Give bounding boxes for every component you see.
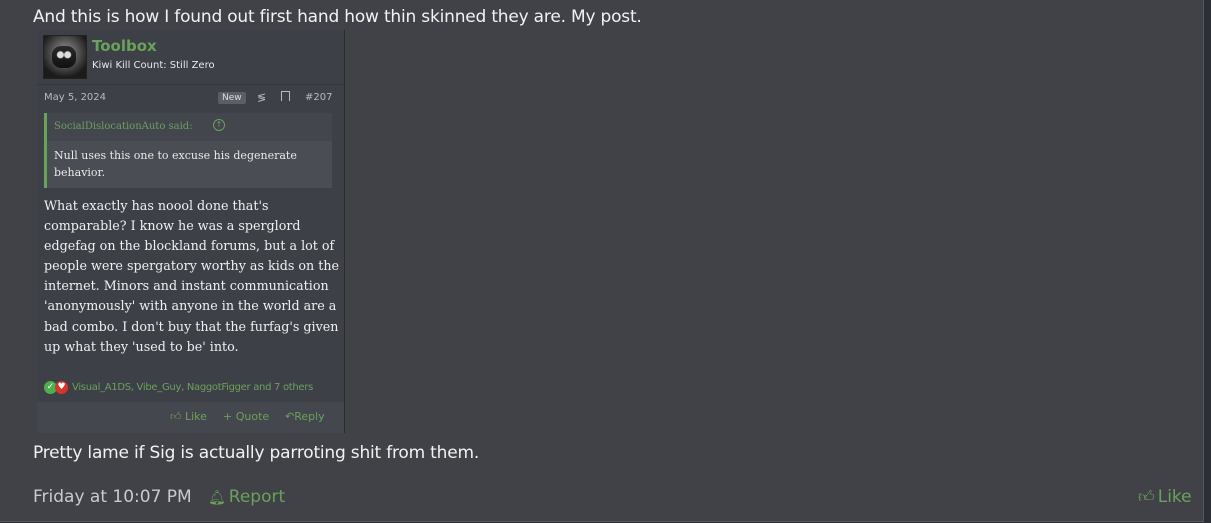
quote-author: SocialDislocationAuto said: <box>54 121 193 132</box>
share-icon: ≶ <box>257 91 267 104</box>
avatar <box>43 35 87 79</box>
forum-post: And this is how I found out first hand h… <box>0 0 1204 522</box>
thumb-up-icon: 👍︎ <box>170 410 182 423</box>
heart-reaction-icon: ♥ <box>55 381 68 394</box>
arrow-up-icon: ↑ <box>213 119 225 131</box>
post-number: #207 <box>305 92 333 103</box>
embedded-username: Toolbox <box>92 37 157 55</box>
embedded-post-body: What exactly has noool done that's compa… <box>44 198 340 354</box>
post-intro-text: And this is how I found out first hand h… <box>33 7 642 27</box>
report-label: Report <box>228 487 286 507</box>
reply-icon: ↶ <box>285 410 295 423</box>
embedded-like-label: Like <box>185 410 207 423</box>
header-divider <box>37 84 344 85</box>
thumb-up-icon: 👍︎ <box>1138 487 1155 506</box>
embedded-like-action: 👍︎ Like <box>170 410 207 423</box>
embedded-reply-label: Reply <box>294 410 325 423</box>
quote-text: Null uses this one to excuse his degener… <box>54 149 297 179</box>
post-timestamp[interactable]: Friday at 10:07 PM <box>33 487 192 507</box>
reactions-text: Visual_A1DS, Vibe_Guy, NaggotFigger and … <box>72 382 313 393</box>
new-badge: New <box>218 92 246 104</box>
like-button[interactable]: 👍︎ Like <box>1138 487 1192 507</box>
report-button[interactable]: 🔔︎ Report <box>208 487 285 507</box>
quote-block: SocialDislocationAuto said: ↑ Null uses … <box>44 113 332 188</box>
embedded-quote-action: + Quote <box>223 410 269 423</box>
embedded-quote-label: Quote <box>235 410 270 423</box>
quote-header: SocialDislocationAuto said: ↑ <box>47 113 332 141</box>
plus-icon: + <box>223 410 233 423</box>
embedded-post-screenshot: Toolbox Kiwi Kill Count: Still Zero May … <box>37 30 345 433</box>
embedded-user-title: Kiwi Kill Count: Still Zero <box>92 60 215 71</box>
like-label: Like <box>1157 487 1192 507</box>
embedded-reply-action: ↶Reply <box>285 410 325 423</box>
bell-icon: 🔔︎ <box>208 490 226 506</box>
post-outro-text: Pretty lame if Sig is actually parroting… <box>33 443 480 463</box>
bookmark-icon <box>281 91 290 101</box>
embedded-post-date: May 5, 2024 <box>44 92 107 103</box>
